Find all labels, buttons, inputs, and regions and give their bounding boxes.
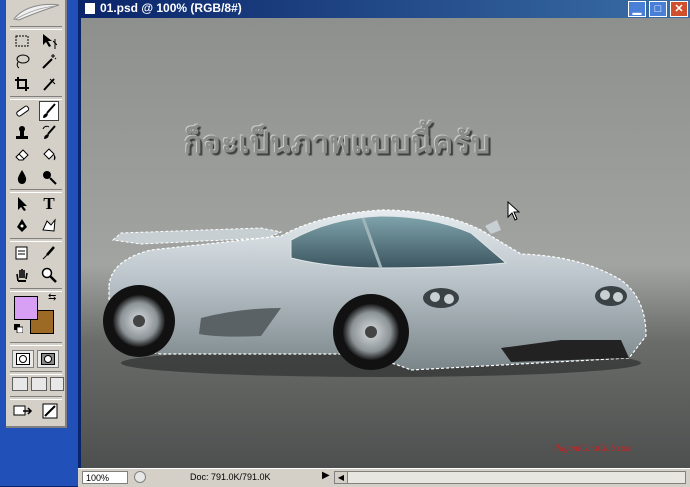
pen-icon (17, 219, 27, 232)
document-title: 01.psd @ 100% (RGB/8#) (100, 1, 242, 15)
type-icon: T (43, 194, 55, 213)
document-status-bar: 100% Doc: 791.0K/791.0K ▶ ◀ (78, 468, 690, 487)
scroll-left-arrow-icon[interactable]: ◀ (335, 472, 348, 483)
lasso-icon (16, 54, 30, 69)
dodge-icon (43, 171, 57, 185)
path-selection-tool[interactable] (12, 194, 32, 214)
maximize-icon: □ (654, 3, 662, 15)
crop-icon (15, 77, 29, 91)
minimize-button[interactable]: ▁ (628, 1, 646, 17)
type-tool[interactable]: T (39, 194, 59, 214)
full-screen-menu-mode-button[interactable] (31, 377, 47, 391)
dodge-tool[interactable] (39, 167, 59, 187)
toolbox-panel: T ⇆ (6, 0, 67, 428)
hand-icon (16, 269, 28, 282)
jump-to-imageready-button[interactable] (12, 401, 38, 421)
brush-tool[interactable] (39, 101, 59, 121)
custom-shape-tool[interactable] (39, 216, 59, 236)
quick-mask-icon (41, 353, 55, 365)
paint-bucket-icon (43, 148, 56, 161)
close-icon: ✕ (674, 3, 684, 15)
document-size-readout: Doc: 791.0K/791.0K (190, 472, 271, 482)
brush-icon (43, 103, 56, 118)
status-menu-arrow-icon[interactable]: ▶ (322, 470, 330, 481)
move-tool[interactable] (39, 31, 59, 51)
toolbox-divider (10, 396, 62, 400)
imageready-icon (13, 405, 33, 416)
close-button[interactable]: ✕ (670, 1, 688, 17)
zoom-tool[interactable] (39, 265, 59, 285)
crop-tool[interactable] (12, 74, 32, 94)
notes-tool[interactable] (12, 243, 32, 263)
quick-mask-mode-button[interactable] (37, 350, 59, 368)
document-titlebar[interactable]: 01.psd @ 100% (RGB/8#) ▁ □ ✕ (78, 0, 690, 18)
default-colors-icon[interactable] (14, 324, 23, 333)
notes-icon (15, 246, 28, 260)
history-brush-icon (42, 125, 56, 139)
horizontal-scrollbar[interactable]: ◀ (334, 471, 686, 484)
stamp-icon (16, 126, 28, 139)
eraser-icon (15, 149, 29, 161)
imageready-app-icon[interactable] (40, 401, 60, 421)
clone-stamp-tool[interactable] (12, 123, 32, 143)
toolbox-divider (10, 238, 62, 242)
eyedropper-tool[interactable] (39, 243, 59, 263)
magic-wand-icon (42, 54, 57, 69)
slice-tool[interactable] (39, 74, 59, 94)
status-info-icon[interactable] (134, 471, 146, 483)
paint-bucket-tool[interactable] (39, 145, 59, 165)
feather-logo-icon[interactable] (10, 2, 62, 24)
full-screen-mode-button[interactable] (50, 377, 64, 391)
standard-mode-button[interactable] (12, 350, 34, 368)
psd-file-icon (84, 2, 96, 15)
minimize-icon: ▁ (632, 3, 642, 15)
drop-icon (17, 170, 27, 184)
toolbox-divider (10, 371, 62, 375)
move-icon (43, 34, 57, 49)
pen-tool[interactable] (12, 216, 32, 236)
standard-mode-icon (16, 353, 30, 365)
toolbox-frame: T ⇆ (0, 0, 78, 486)
toolbox-divider (10, 26, 62, 30)
blur-tool[interactable] (12, 167, 32, 187)
foreground-color-swatch[interactable] (14, 296, 38, 320)
zoom-level-field[interactable]: 100% (82, 471, 128, 484)
lasso-tool[interactable] (12, 51, 32, 71)
mouse-cursor-icon (507, 201, 521, 221)
toolbox-divider (10, 189, 62, 193)
bandage-icon (16, 105, 30, 117)
standard-screen-mode-button[interactable] (12, 377, 28, 391)
eyedropper-icon (42, 246, 55, 260)
marquee-tool[interactable] (12, 31, 32, 51)
marquee-icon (15, 35, 29, 47)
toolbox-divider (10, 342, 62, 346)
image-canvas[interactable]: ก็จะเป็นภาพแบบนี้ครับ PaganiCarsClub.com (81, 18, 690, 468)
magic-wand-tool[interactable] (39, 51, 59, 71)
eraser-tool[interactable] (12, 145, 32, 165)
imageready-logo-icon (42, 403, 58, 419)
hand-tool[interactable] (12, 265, 32, 285)
shape-icon (42, 218, 56, 232)
history-brush-tool[interactable] (39, 123, 59, 143)
healing-brush-tool[interactable] (12, 101, 32, 121)
swap-colors-icon[interactable]: ⇆ (48, 292, 56, 303)
maximize-button[interactable]: □ (649, 1, 667, 17)
magnifier-icon (41, 267, 57, 283)
watermark-text: PaganiCarsClub.com (554, 443, 633, 453)
arrow-icon (18, 197, 27, 211)
toolbox-divider (10, 96, 62, 100)
slice-icon (43, 78, 56, 91)
car-photo (103, 209, 647, 377)
